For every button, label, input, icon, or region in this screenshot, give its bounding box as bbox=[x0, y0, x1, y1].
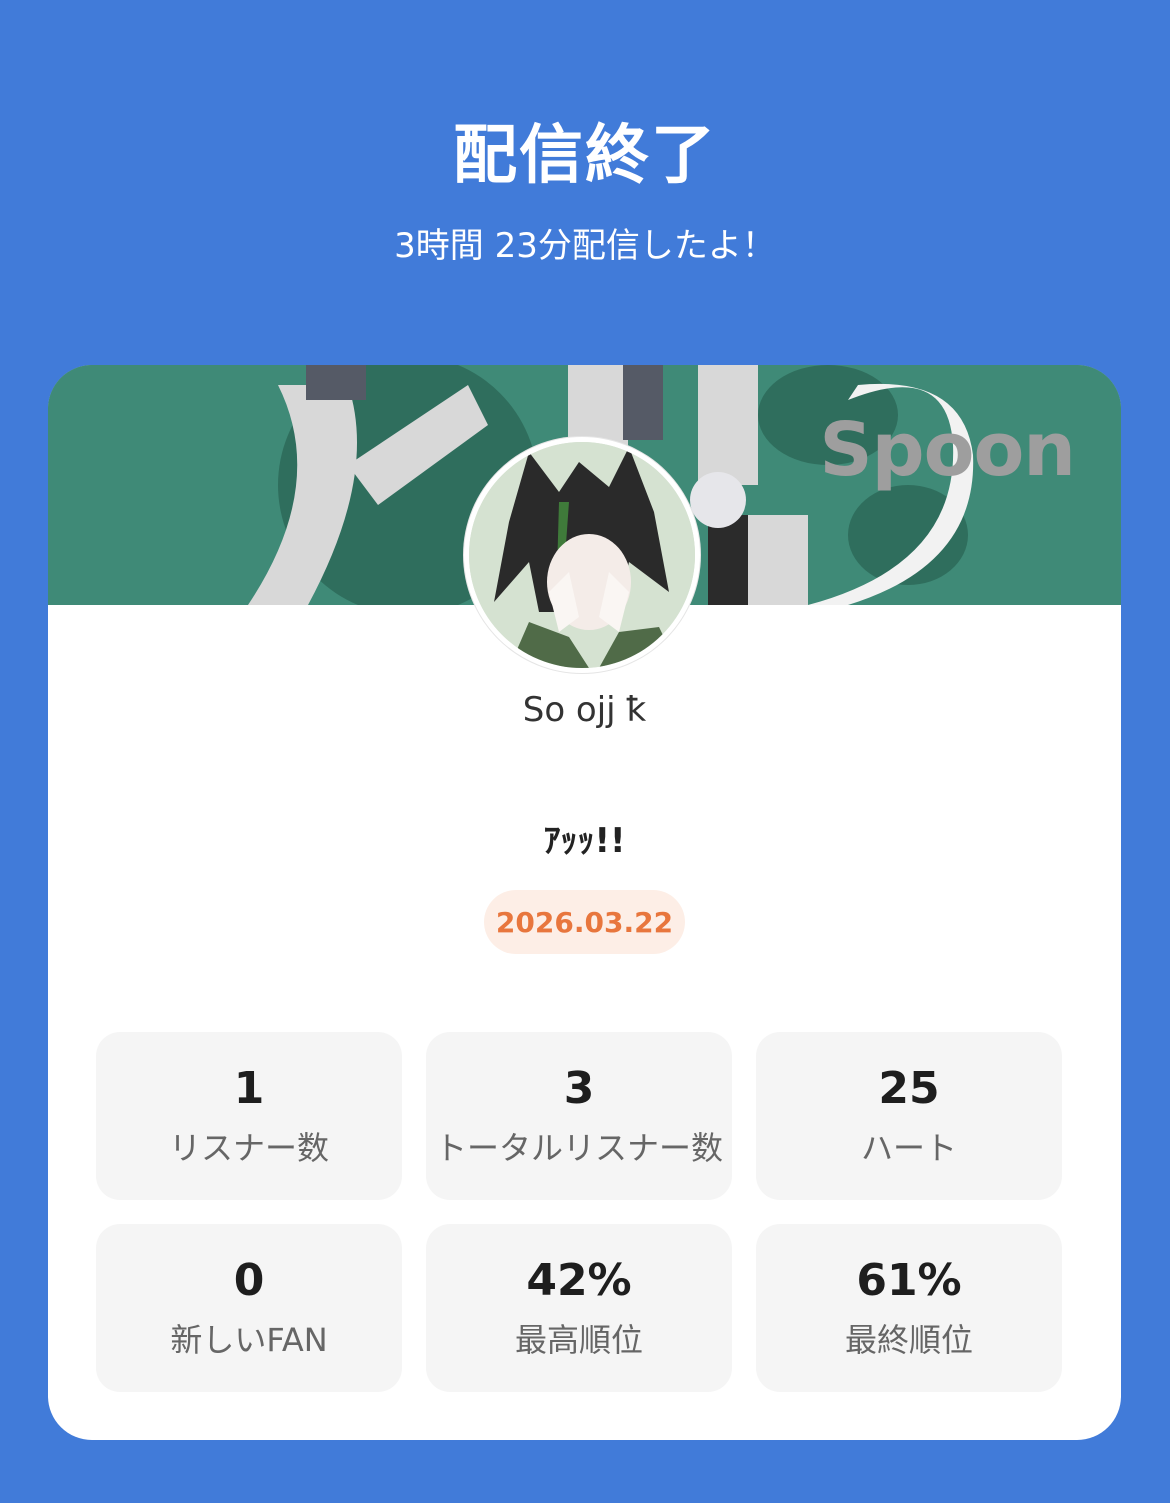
stat-label: ハート bbox=[860, 1129, 957, 1168]
spoon-logo: Spoon bbox=[819, 407, 1076, 493]
page-title: 配信終了 bbox=[453, 119, 717, 193]
summary-card: Spoon So ojj ꝁ ｱｯｯ!! 2026.03.22 1 リスナー数 … bbox=[48, 365, 1121, 1440]
stat-new-fans: 0 新しいFAN bbox=[96, 1224, 402, 1392]
stat-value: 0 bbox=[233, 1254, 265, 1306]
stat-value: 61% bbox=[856, 1254, 962, 1306]
stat-total-listeners: 3 トータルリスナー数 bbox=[426, 1032, 732, 1200]
stats-grid: 1 リスナー数 3 トータルリスナー数 25 ハート 0 新しいFAN 42% … bbox=[96, 1032, 1063, 1392]
stat-label: 最高順位 bbox=[514, 1321, 643, 1360]
stat-value: 42% bbox=[526, 1254, 632, 1306]
stat-label: トータルリスナー数 bbox=[434, 1129, 723, 1168]
stat-listeners: 1 リスナー数 bbox=[96, 1032, 402, 1200]
date-badge: 2026.03.22 bbox=[484, 890, 685, 954]
stat-best-rank: 42% 最高順位 bbox=[426, 1224, 732, 1392]
user-avatar-icon bbox=[469, 442, 695, 668]
stat-label: 新しいFAN bbox=[170, 1321, 328, 1360]
live-title: ｱｯｯ!! bbox=[543, 821, 626, 861]
stat-value: 1 bbox=[233, 1062, 265, 1114]
stat-value: 25 bbox=[878, 1062, 940, 1114]
stat-value: 3 bbox=[563, 1062, 595, 1114]
stat-hearts: 25 ハート bbox=[756, 1032, 1062, 1200]
live-end-screen: 配信終了 3時間 23分配信したよ！ Spoon So ojj ꝁ ｱｯｯ!! … bbox=[0, 0, 1170, 1503]
username: So ojj ꝁ bbox=[522, 690, 647, 730]
avatar[interactable] bbox=[464, 437, 700, 673]
stat-final-rank: 61% 最終順位 bbox=[756, 1224, 1062, 1392]
broadcast-duration: 3時間 23分配信したよ！ bbox=[394, 226, 776, 266]
stat-label: リスナー数 bbox=[168, 1129, 329, 1168]
stat-label: 最終順位 bbox=[844, 1321, 973, 1360]
